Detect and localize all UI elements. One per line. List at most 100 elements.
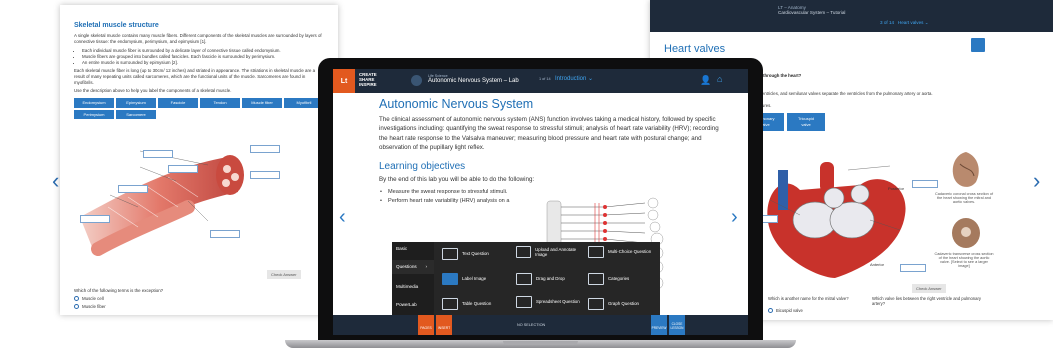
insert-button[interactable]: INSERT bbox=[436, 315, 452, 335]
menu-item-multi-choice[interactable]: Multi-Choice Question bbox=[588, 246, 658, 258]
drag-label-chip[interactable]: Sarcomere bbox=[116, 109, 156, 120]
section-dropdown[interactable]: Introduction ⌄ bbox=[555, 75, 593, 82]
menu-item-text-question[interactable]: Text Question bbox=[442, 248, 489, 260]
drag-label-chip[interactable]: Tendon bbox=[200, 98, 240, 108]
left-lesson-page: Skeletal muscle structure A single skele… bbox=[60, 5, 338, 315]
right-page-header: LT – Anatomy Cardiovascular System – Tut… bbox=[650, 0, 1053, 32]
label-drop-zone[interactable] bbox=[143, 150, 173, 158]
question-text: Which valve lies between the right ventr… bbox=[872, 296, 981, 306]
laptop-screen: Lt CREATE SHARE INSPIRE Life Science Auton… bbox=[333, 69, 748, 335]
selection-status: NO SELECTION bbox=[517, 323, 546, 327]
page-title: Autonomic Nervous System bbox=[379, 97, 534, 111]
lt-logo: Lt bbox=[333, 69, 355, 93]
prev-page-left-arrow[interactable]: ‹ bbox=[52, 170, 59, 192]
chevron-right-icon: › bbox=[425, 264, 427, 269]
radio-icon[interactable] bbox=[768, 308, 773, 313]
pages-button[interactable]: PAGES bbox=[418, 315, 434, 335]
label-anterior: Anterior bbox=[870, 262, 885, 267]
menu-category-questions[interactable]: Questions › bbox=[392, 260, 434, 274]
camera-icon bbox=[516, 246, 532, 258]
lesson-header: Lt CREATE SHARE INSPIRE Life Science Auton… bbox=[333, 69, 748, 93]
laptop-mockup: Lt CREATE SHARE INSPIRE Life Science Auton… bbox=[285, 58, 796, 348]
menu-item-drag-drop[interactable]: Drag and Drop bbox=[516, 273, 565, 285]
edit-icon[interactable] bbox=[971, 38, 985, 52]
menu-item-categories[interactable]: Categories bbox=[588, 273, 629, 285]
left-page-title: Skeletal muscle structure bbox=[74, 22, 159, 29]
home-icon[interactable]: ⌂ bbox=[717, 74, 722, 84]
mcq-option[interactable]: Bicuspid valve bbox=[768, 308, 803, 313]
menu-item-label-image[interactable]: Label Image bbox=[442, 273, 486, 285]
laptop-notch bbox=[503, 341, 578, 345]
drag-label-chip[interactable]: Perimysium bbox=[74, 109, 114, 120]
label-drop-zone[interactable] bbox=[168, 165, 198, 173]
lesson-content: Autonomic Nervous System The clinical as… bbox=[379, 97, 719, 205]
menu-category-basic[interactable]: Basic bbox=[396, 246, 407, 251]
label-drop-zone[interactable] bbox=[912, 180, 938, 188]
label-drop-zone[interactable] bbox=[900, 264, 926, 272]
label-chips: Endomysium Epimysium Fascicle Tendon Mus… bbox=[74, 98, 324, 120]
mcq-option[interactable]: Muscle cell bbox=[74, 296, 163, 302]
label-drop-zone[interactable] bbox=[250, 171, 280, 179]
image-caption: Cadaveric coronal cross section of the h… bbox=[934, 192, 994, 204]
cadaver-image-transverse[interactable] bbox=[950, 216, 982, 250]
radio-icon[interactable] bbox=[74, 304, 79, 310]
mcq-option[interactable]: Muscle fiber bbox=[74, 304, 163, 310]
close-lesson-button[interactable]: CLOSE LESSON bbox=[669, 315, 685, 335]
insert-question-menu: Basic Questions › Multimedia PowerLab Te… bbox=[392, 242, 660, 319]
radio-icon[interactable] bbox=[74, 296, 79, 302]
check-answer-button[interactable]: Check Answer bbox=[912, 284, 946, 293]
label-posterior: Posterior bbox=[888, 186, 905, 191]
drag-label-chip[interactable]: Muscle fiber bbox=[242, 98, 282, 108]
objectives-heading: Learning objectives bbox=[379, 161, 466, 173]
heart-illustration bbox=[767, 162, 906, 278]
check-answer-button[interactable]: Check Answer bbox=[267, 270, 301, 280]
left-page-para1: A single skeletal muscle contains many m… bbox=[74, 33, 322, 45]
table-icon bbox=[442, 298, 458, 310]
objectives-intro: By the end of this lab you will be able … bbox=[379, 176, 535, 184]
menu-item-spreadsheet-question[interactable]: Spreadsheet Question bbox=[516, 296, 586, 308]
course-globe-icon bbox=[411, 75, 422, 86]
mcq-question: Which of the following terms is the exce… bbox=[74, 288, 163, 310]
logo-tagline: CREATE SHARE INSPIRE bbox=[359, 72, 377, 87]
menu-category-multimedia[interactable]: Multimedia bbox=[396, 284, 418, 289]
multi-choice-icon bbox=[588, 246, 604, 258]
course-title: Cardiovascular System – Tutorial bbox=[778, 10, 846, 15]
left-page-bullets: Each individual muscle fiber is surround… bbox=[82, 48, 324, 66]
next-page-arrow[interactable]: › bbox=[731, 207, 738, 227]
next-page-right-arrow[interactable]: › bbox=[1033, 170, 1040, 192]
cadaver-image-coronal[interactable] bbox=[948, 150, 984, 190]
graph-icon bbox=[588, 298, 604, 310]
question-text: Which is another name for the mitral val… bbox=[768, 296, 849, 301]
menu-item-upload-annotate[interactable]: Upload and Annotate Image bbox=[516, 246, 586, 258]
question-text: Which of the following terms is the exce… bbox=[74, 288, 164, 293]
menu-item-table-question[interactable]: Table Question bbox=[442, 298, 491, 310]
user-menu-icon[interactable]: 👤 bbox=[700, 75, 711, 86]
menu-category-powerlab[interactable]: PowerLab bbox=[396, 302, 417, 307]
prev-page-arrow[interactable]: ‹ bbox=[339, 207, 346, 227]
page-counter: 1 of 14 bbox=[539, 77, 551, 81]
menu-item-graph-question[interactable]: Graph Question bbox=[588, 298, 639, 310]
spreadsheet-icon bbox=[516, 296, 532, 308]
label-drop-zone[interactable] bbox=[250, 145, 280, 153]
menu-categories: Basic Questions › Multimedia PowerLab bbox=[392, 242, 434, 319]
section-dropdown[interactable]: 3 of 14 Heart valves ⌄ bbox=[880, 20, 929, 26]
drag-label-chip[interactable]: Endomysium bbox=[74, 98, 114, 108]
preview-button[interactable]: PREVIEW bbox=[651, 315, 667, 335]
categories-icon bbox=[588, 273, 604, 285]
drag-drop-icon bbox=[516, 273, 532, 285]
drag-label-chip[interactable]: Epimysium bbox=[116, 98, 156, 108]
drag-label-chip[interactable]: Tricuspid valve bbox=[787, 113, 825, 131]
marketing-composite: ‹ Skeletal muscle structure A single ske… bbox=[0, 0, 1053, 352]
intro-paragraph: The clinical assessment of autonomic ner… bbox=[379, 116, 719, 151]
label-drop-zone[interactable] bbox=[210, 230, 240, 238]
list-item: An entire muscle is surrounded by epimys… bbox=[82, 60, 324, 66]
course-title-block: Life Science Autonomic Nervous System – … bbox=[428, 74, 519, 84]
label-drop-zone[interactable] bbox=[80, 215, 110, 223]
label-drop-zone[interactable] bbox=[118, 185, 148, 193]
text-question-icon bbox=[442, 248, 458, 260]
drag-label-chip[interactable]: Fascicle bbox=[158, 98, 198, 108]
left-page-para2: Each skeletal muscle fiber is long (up t… bbox=[74, 68, 316, 85]
label-image-icon bbox=[442, 273, 458, 285]
left-page-instruction: Use the description above to help you la… bbox=[74, 88, 232, 94]
image-caption: Cadaveric transverse cross section of th… bbox=[934, 252, 994, 268]
